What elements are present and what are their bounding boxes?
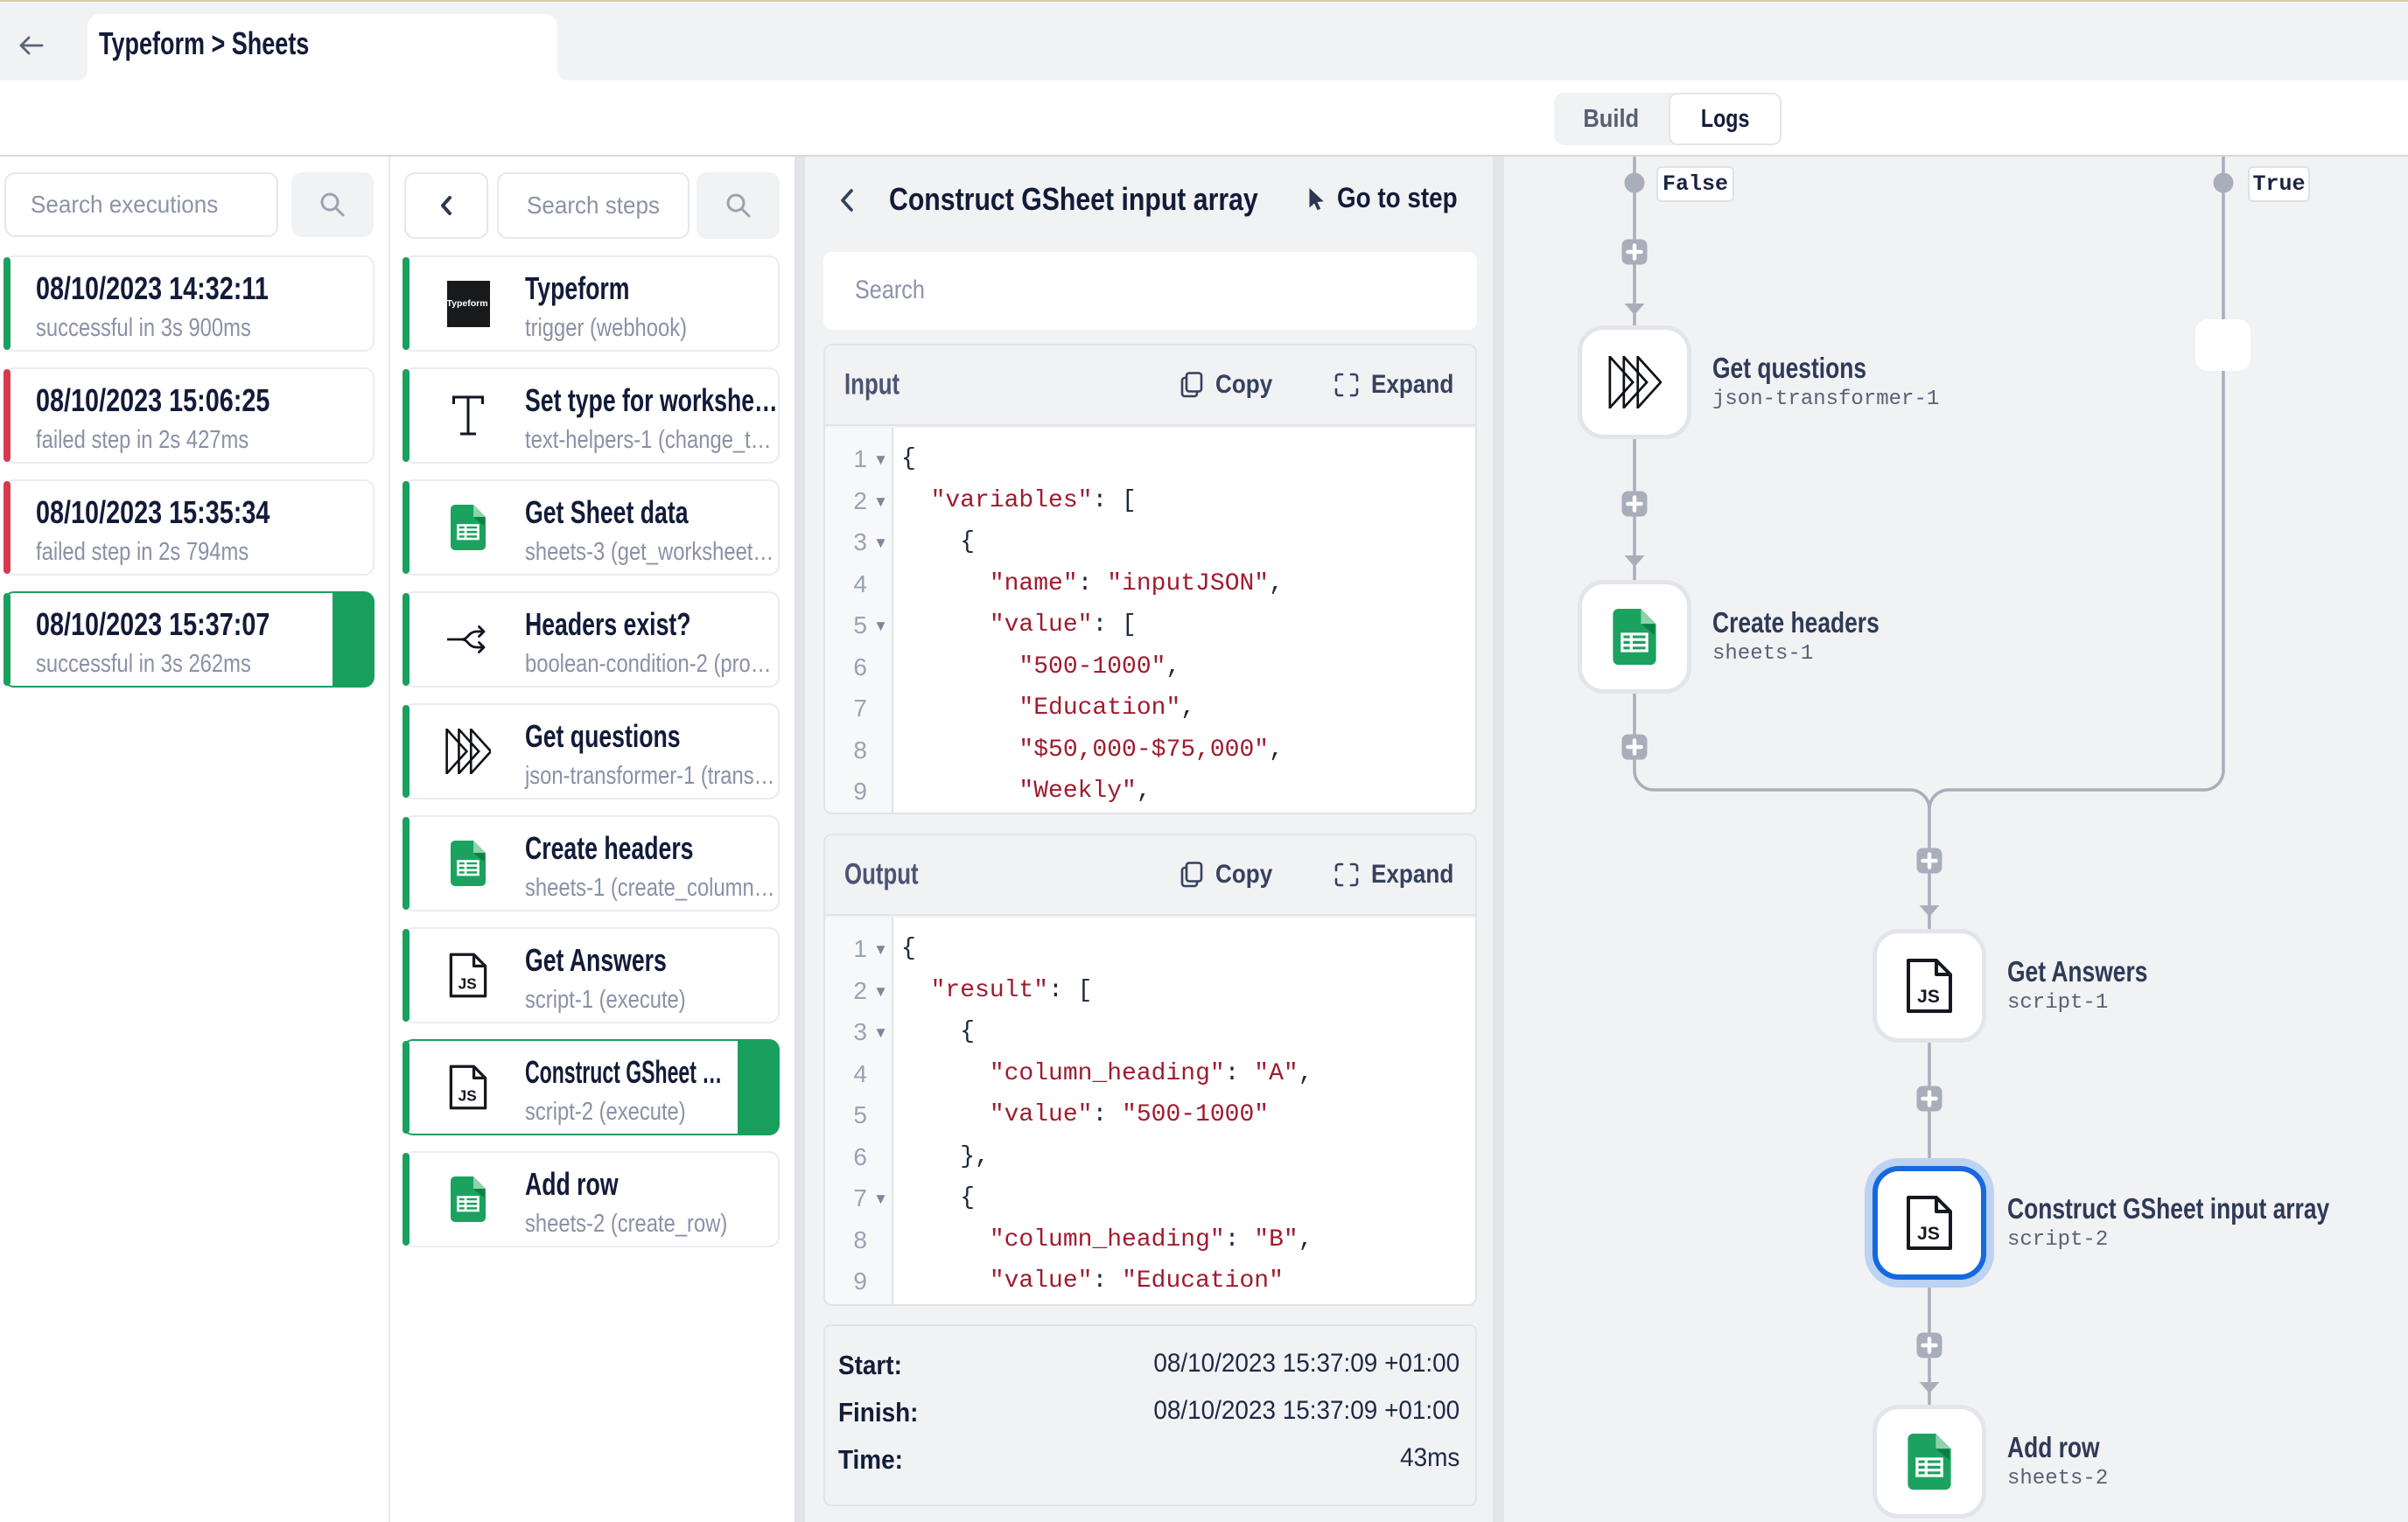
svg-text:JS: JS: [1917, 987, 1940, 1007]
svg-text:JS: JS: [458, 975, 477, 993]
svg-text:JS: JS: [1917, 1224, 1940, 1244]
svg-text:JS: JS: [458, 1087, 477, 1105]
